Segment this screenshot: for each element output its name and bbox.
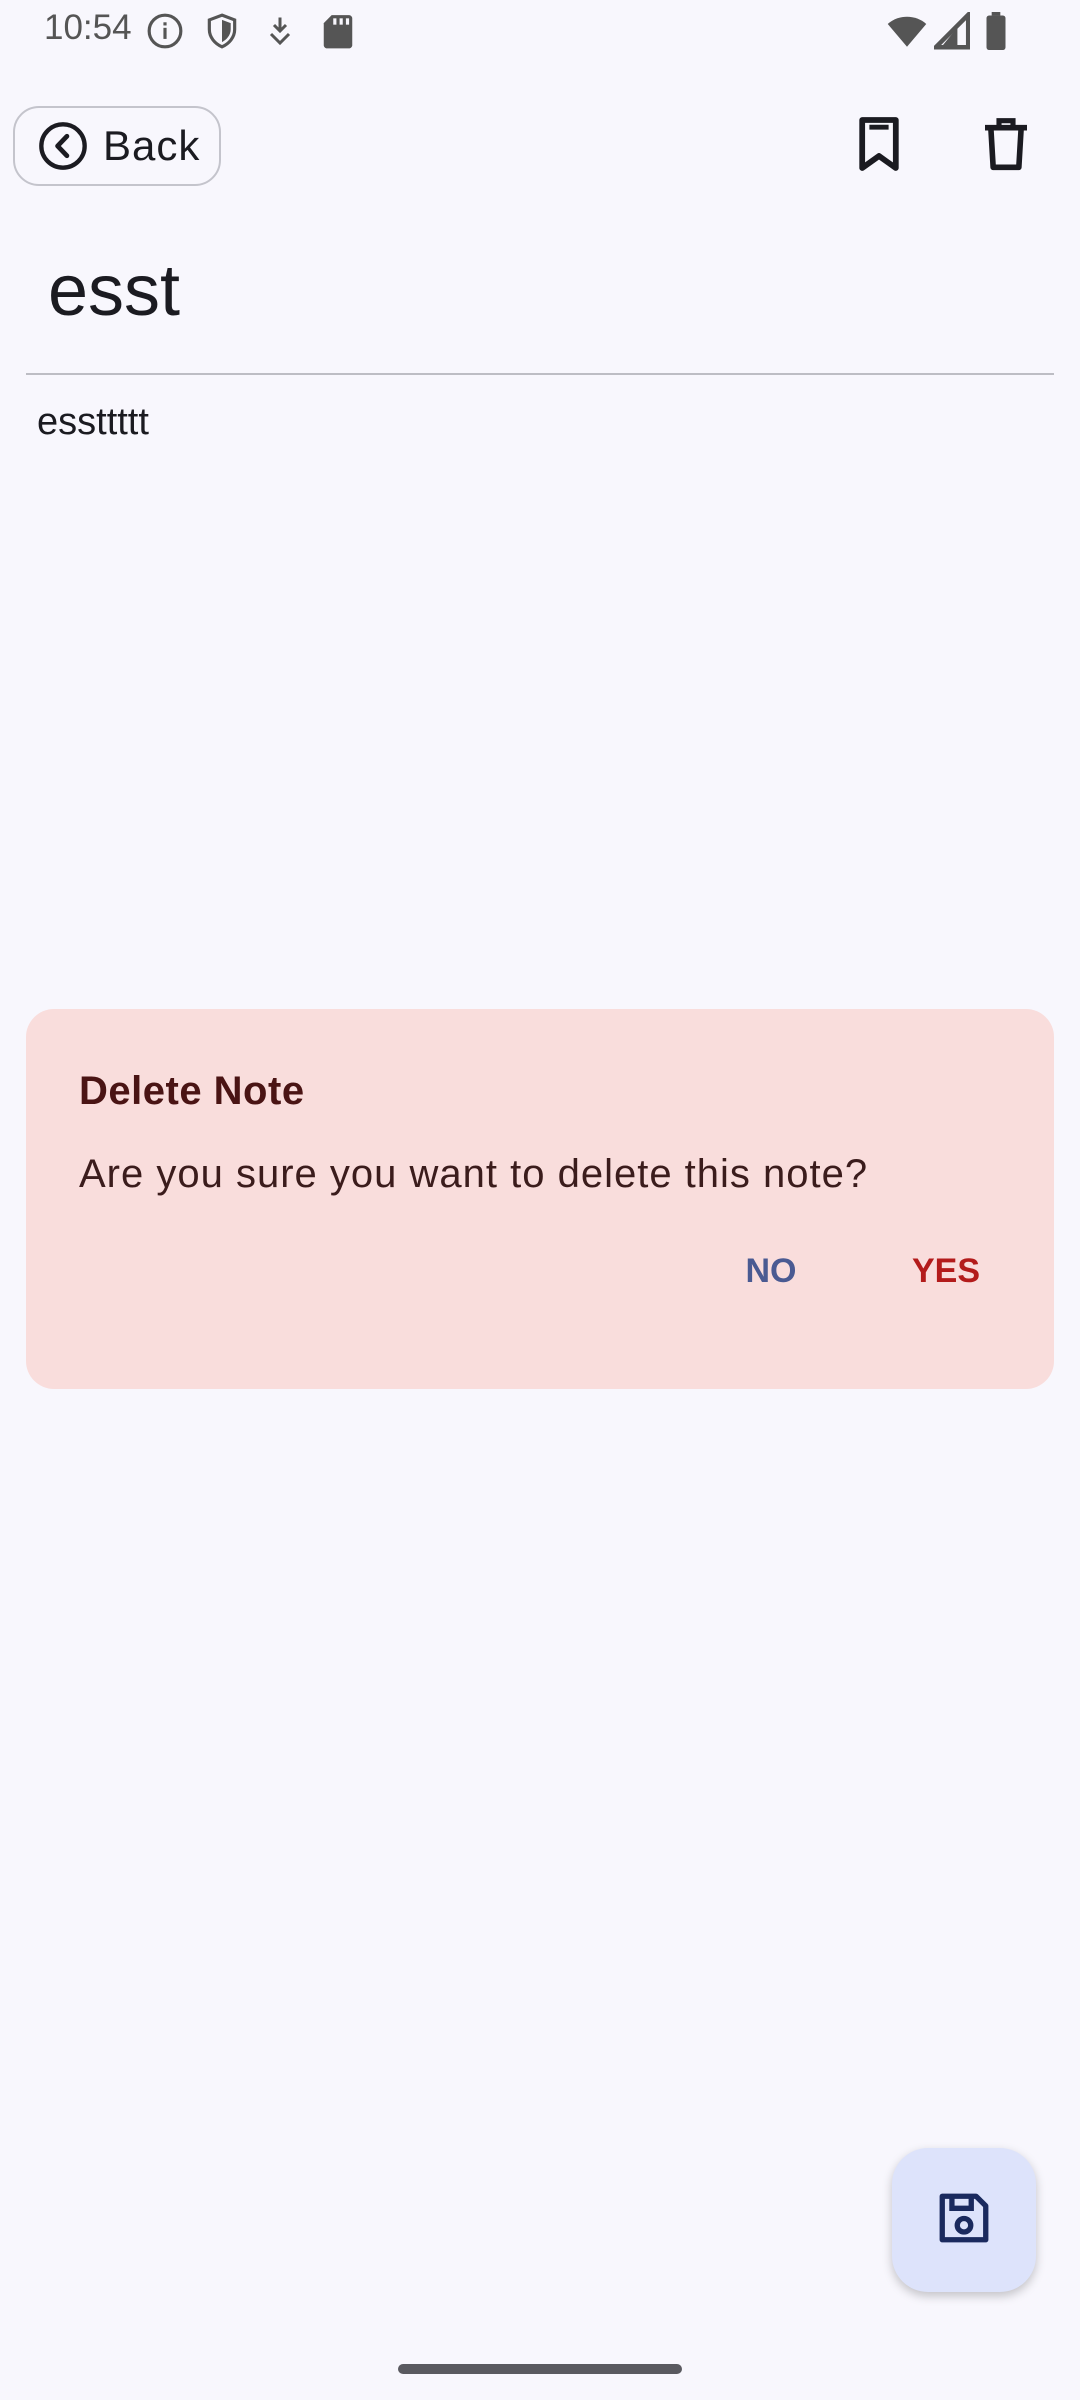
sd-card-icon [321, 12, 355, 50]
no-button[interactable]: NO [706, 1241, 836, 1301]
back-label: Back [103, 122, 201, 169]
trash-icon [981, 116, 1031, 177]
status-bar: 10:54 [0, 0, 1080, 62]
bookmark-icon [855, 115, 903, 178]
yes-button[interactable]: YES [871, 1241, 1021, 1301]
title-divider [26, 373, 1054, 375]
info-icon [146, 12, 184, 50]
wifi-icon [886, 12, 928, 50]
back-button[interactable]: Back [13, 106, 221, 186]
download-icon [262, 12, 298, 50]
battery-icon [984, 12, 1008, 50]
gesture-nav-handle[interactable] [398, 2364, 682, 2374]
chevron-left-circle-icon [37, 120, 89, 172]
dialog-title: Delete Note [79, 1069, 305, 1113]
note-body-field[interactable]: essttttt [37, 401, 149, 444]
save-button[interactable] [892, 2148, 1036, 2292]
shield-icon [203, 12, 241, 50]
bookmark-button[interactable] [841, 108, 917, 184]
delete-dialog: Delete Note Are you sure you want to del… [26, 1009, 1054, 1389]
save-icon [935, 2189, 993, 2252]
signal-icon [934, 12, 970, 50]
status-time: 10:54 [44, 8, 132, 47]
note-title-field[interactable]: esst [48, 250, 180, 332]
dialog-message: Are you sure you want to delete this not… [79, 1152, 869, 1196]
delete-button[interactable] [968, 108, 1044, 184]
